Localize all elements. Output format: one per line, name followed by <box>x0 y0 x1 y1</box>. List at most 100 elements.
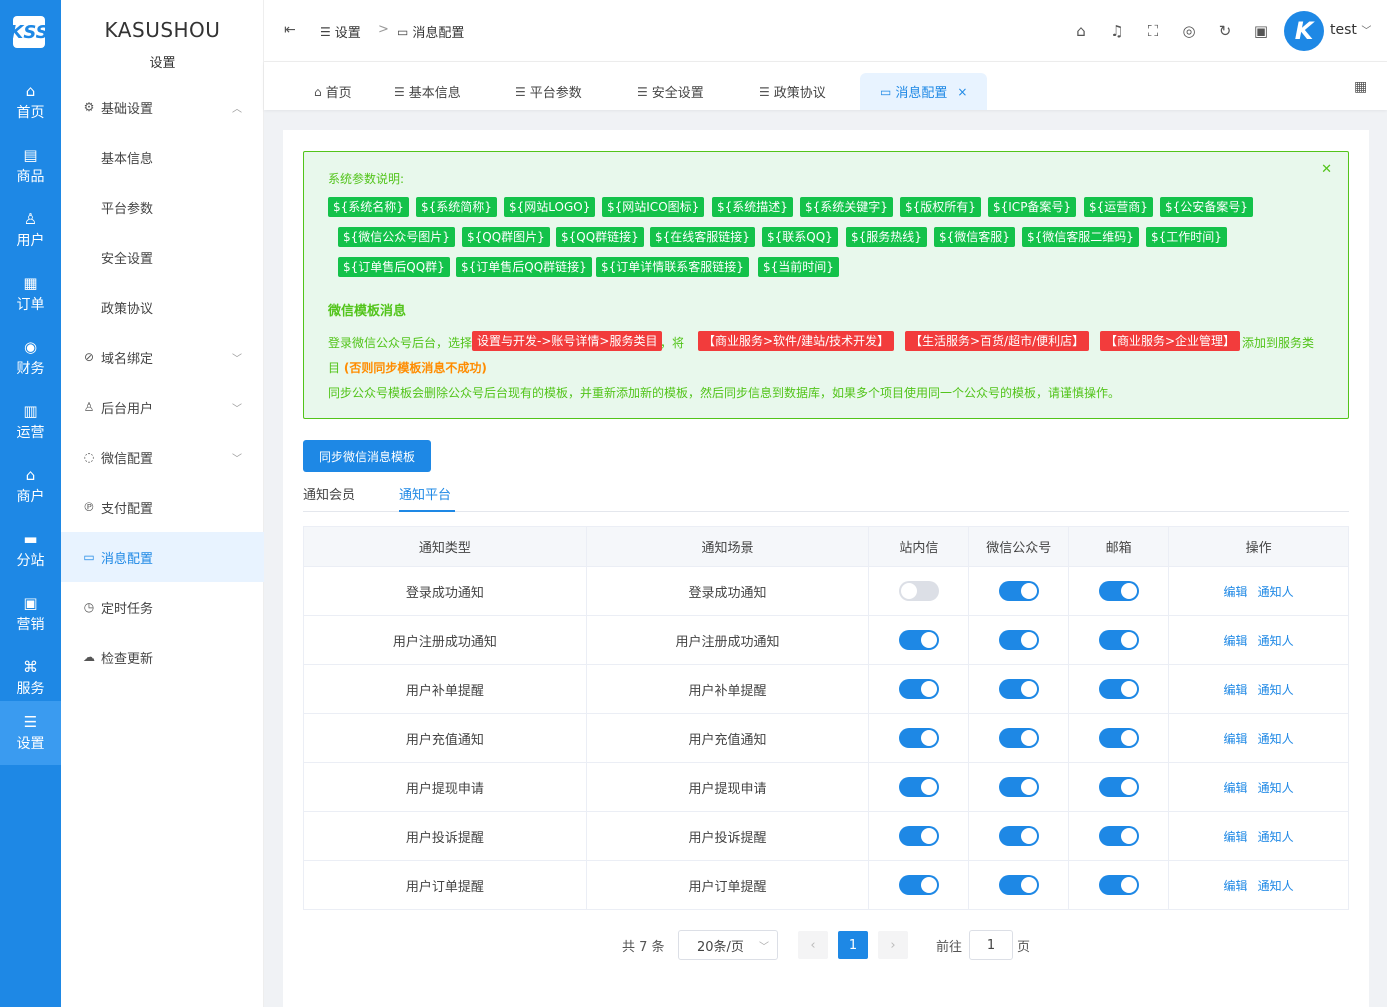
sidebar-item-platform-params[interactable]: 平台参数 <box>61 182 264 232</box>
rail-item-goods[interactable]: ▤ 商品 <box>0 134 61 198</box>
rail-item-operation[interactable]: ▥ 运营 <box>0 390 61 454</box>
sidebar-item-domain[interactable]: ⊘ 域名绑定 ﹀ <box>61 332 264 382</box>
chevron-down-icon: ﹀ <box>232 403 242 415</box>
cell-type: 用户补单提醒 <box>303 664 587 714</box>
sidebar-title: KASUSHOU <box>104 18 221 42</box>
rail-item-order[interactable]: ▦ 订单 <box>0 262 61 326</box>
subtab-notify-members[interactable]: 通知会员 <box>303 484 355 503</box>
table-header-row: 通知类型 通知场景 站内信 微信公众号 邮箱 操作 <box>303 526 1349 567</box>
collapse-menu-icon[interactable]: ⇤ <box>284 22 296 38</box>
rail-item-marketing[interactable]: ▣ 营销 <box>0 582 61 646</box>
toggle-site-message[interactable] <box>898 679 939 699</box>
tab-home[interactable]: ⌂ 首页 <box>314 73 352 110</box>
sidebar-item-basic-settings[interactable]: ⚙ 基础设置 ︿ <box>61 82 264 132</box>
toggle-site-message[interactable] <box>898 581 939 601</box>
message-icon: ▭ <box>83 550 95 564</box>
cell-email <box>1068 664 1170 714</box>
tab-basic-info[interactable]: ☰ 基本信息 <box>394 73 461 110</box>
rail-item-settings[interactable]: ☰ 设置 <box>0 701 61 765</box>
rail-item-home[interactable]: ⌂ 首页 <box>0 70 61 134</box>
tab-security[interactable]: ☰ 安全设置 <box>637 73 704 110</box>
sidebar-item-admin-users[interactable]: ♙ 后台用户 ﹀ <box>61 382 264 432</box>
cell-type: 用户提现申请 <box>303 762 587 812</box>
edit-link[interactable]: 编辑 <box>1224 634 1248 648</box>
user-menu[interactable]: test ﹀ <box>1330 22 1371 38</box>
toggle-wechat[interactable] <box>998 777 1039 797</box>
sidebar-item-message[interactable]: ▭ 消息配置 <box>61 532 264 582</box>
rail-item-finance[interactable]: ◉ 财务 <box>0 326 61 390</box>
prev-page-button[interactable]: ‹ <box>798 931 828 959</box>
toggle-wechat[interactable] <box>998 581 1039 601</box>
bell-icon[interactable]: ♫ <box>1108 22 1126 40</box>
fullscreen-icon[interactable]: ⛶ <box>1144 22 1162 40</box>
close-icon[interactable]: × <box>957 85 967 99</box>
edit-link[interactable]: 编辑 <box>1224 585 1248 599</box>
refresh-icon[interactable]: ↻ <box>1216 22 1234 40</box>
subtab-notify-platform[interactable]: 通知平台 <box>399 484 451 503</box>
next-page-button[interactable]: › <box>878 931 908 959</box>
toggle-wechat[interactable] <box>998 826 1039 846</box>
sidebar-item-payment[interactable]: ℗ 支付配置 <box>61 482 264 532</box>
sidebar-item-wechat[interactable]: ◌ 微信配置 ﹀ <box>61 432 264 482</box>
rail-item-user[interactable]: ♙ 用户 <box>0 198 61 262</box>
notify-person-link[interactable]: 通知人 <box>1258 683 1294 697</box>
edit-link[interactable]: 编辑 <box>1224 879 1248 893</box>
toggle-wechat[interactable] <box>998 679 1039 699</box>
marketing-icon: ▣ <box>23 593 38 612</box>
avatar[interactable]: K <box>1284 11 1324 51</box>
home-icon[interactable]: ⌂ <box>1072 22 1090 40</box>
toggle-wechat[interactable] <box>998 728 1039 748</box>
edit-link[interactable]: 编辑 <box>1224 683 1248 697</box>
sidebar-item-policy[interactable]: 政策协议 <box>61 282 264 332</box>
sidebar-item-basic-info[interactable]: 基本信息 <box>61 132 264 182</box>
notify-person-link[interactable]: 通知人 <box>1258 585 1294 599</box>
palette-icon[interactable]: ◎ <box>1180 22 1198 40</box>
edit-link[interactable]: 编辑 <box>1224 781 1248 795</box>
toggle-site-message[interactable] <box>898 728 939 748</box>
goto-page-input[interactable]: 1 <box>969 930 1013 960</box>
grid-icon[interactable]: ▦ <box>1354 79 1367 95</box>
toggle-site-message[interactable] <box>898 630 939 650</box>
cell-site <box>868 664 970 714</box>
sync-templates-button[interactable]: 同步微信消息模板 <box>303 440 431 472</box>
toggle-email[interactable] <box>1098 777 1139 797</box>
page-number[interactable]: 1 <box>838 931 868 959</box>
toggle-email[interactable] <box>1098 826 1139 846</box>
sidebar-item-cron[interactable]: ◷ 定时任务 <box>61 582 264 632</box>
notify-person-link[interactable]: 通知人 <box>1258 879 1294 893</box>
toggle-email[interactable] <box>1098 581 1139 601</box>
cell-wechat <box>968 615 1070 665</box>
notify-person-link[interactable]: 通知人 <box>1258 830 1294 844</box>
notify-person-link[interactable]: 通知人 <box>1258 732 1294 746</box>
rail-item-merchant[interactable]: ⌂ 商户 <box>0 454 61 518</box>
param-tag: ${ICP备案号} <box>988 197 1077 217</box>
tab-platform-params[interactable]: ☰ 平台参数 <box>515 73 582 110</box>
cell-wechat <box>968 566 1070 616</box>
param-tag: ${服务热线} <box>846 227 927 247</box>
sidebar-item-security[interactable]: 安全设置 <box>61 232 264 282</box>
tab-policy[interactable]: ☰ 政策协议 <box>759 73 826 110</box>
toggle-email[interactable] <box>1098 728 1139 748</box>
toggle-email[interactable] <box>1098 630 1139 650</box>
toggle-site-message[interactable] <box>898 826 939 846</box>
toggle-site-message[interactable] <box>898 777 939 797</box>
breadcrumb-settings[interactable]: ☰ 设置 <box>320 22 361 42</box>
message-icon: ▭ <box>880 84 892 99</box>
cell-email <box>1068 860 1170 910</box>
toggle-email[interactable] <box>1098 875 1139 895</box>
edit-link[interactable]: 编辑 <box>1224 732 1248 746</box>
toggle-wechat[interactable] <box>998 630 1039 650</box>
notify-person-link[interactable]: 通知人 <box>1258 781 1294 795</box>
notify-person-link[interactable]: 通知人 <box>1258 634 1294 648</box>
sidebar-item-update[interactable]: ☁ 检查更新 <box>61 632 264 682</box>
rail-item-substation[interactable]: ▬ 分站 <box>0 518 61 582</box>
tab-message-config[interactable]: ▭ 消息配置 × <box>860 73 988 110</box>
toggle-wechat[interactable] <box>998 875 1039 895</box>
toggle-site-message[interactable] <box>898 875 939 895</box>
edit-link[interactable]: 编辑 <box>1224 830 1248 844</box>
close-icon[interactable]: ✕ <box>1321 162 1332 177</box>
page-size-select[interactable]: 20条/页 ﹀ <box>678 930 778 960</box>
toggle-email[interactable] <box>1098 679 1139 699</box>
lock-icon[interactable]: ▣ <box>1252 22 1270 40</box>
cloud-icon: ☁ <box>83 650 95 664</box>
